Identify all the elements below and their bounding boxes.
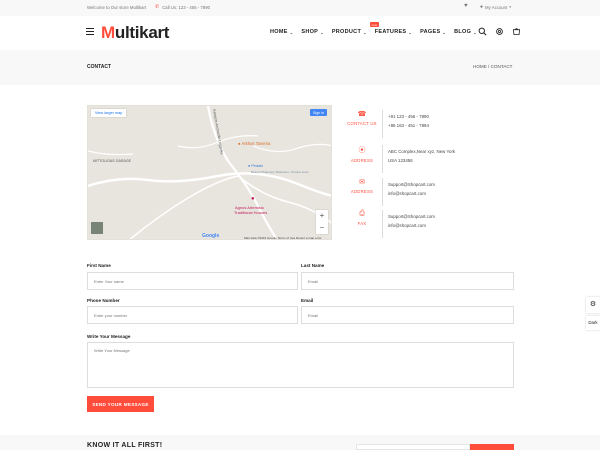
nav-blog-label: BLOG	[454, 29, 472, 35]
nav-home[interactable]: HOME ⌄	[270, 29, 293, 35]
last-name-field[interactable]	[301, 272, 514, 290]
phone-icon: ✆	[155, 4, 160, 10]
fax-line-1: Support@Shopcart.com	[388, 214, 435, 219]
email-address-label: ADDRESS	[350, 189, 374, 194]
nav-shop-label: SHOP	[301, 29, 319, 35]
email-field[interactable]	[301, 306, 514, 324]
map-poi-pedaki[interactable]: ● Pedaki	[248, 164, 263, 168]
welcome-text: Welcome to Our store Multikart	[87, 5, 147, 10]
phone-text: Call Us: 123 - 456 - 7890	[162, 4, 210, 10]
dark-mode-toggle[interactable]: Dark	[586, 316, 600, 330]
breadcrumb-trail[interactable]: HOME / CONTACT	[473, 64, 512, 69]
cart-icon[interactable]	[512, 27, 521, 36]
nav-pages[interactable]: PAGES ⌄	[420, 29, 446, 35]
chevron-down-icon: ⌄	[473, 29, 477, 35]
contact-row-email: ✉ ADDRESS Support@Shopcart.com info@shop…	[345, 178, 515, 206]
map-label-garage: MITTOLIGAS GARAGE	[93, 159, 132, 163]
my-account-label: My Account	[485, 4, 508, 10]
map-zoom-controls: + −	[316, 210, 328, 234]
first-name-label: First Name	[87, 263, 111, 268]
phone-icon: ☎	[357, 111, 367, 118]
nav-home-label: HOME	[270, 29, 288, 35]
email-label: Email	[301, 298, 314, 303]
chevron-down-icon: ▾	[509, 5, 512, 9]
phone-info: ✆ Call Us: 123 - 456 - 7890	[155, 4, 210, 10]
page-title: CONTACT	[87, 64, 112, 70]
phone-number-field[interactable]	[87, 306, 298, 324]
logo-text: ultikart	[114, 23, 170, 42]
search-icon[interactable]	[478, 27, 487, 36]
first-name-field[interactable]	[87, 272, 298, 290]
newsletter-email-input[interactable]	[356, 444, 470, 450]
contact-phone-2: +86 163 - 451 - 7894	[388, 123, 429, 128]
address-line-1: ABC Complex,Near xyz, New York	[388, 149, 456, 154]
nav-shop[interactable]: SHOP ⌄	[301, 29, 323, 35]
contact-row-address: ⦿ ADDRESS ABC Complex,Near xyz, New York…	[345, 145, 515, 173]
my-account-link[interactable]: ● My Account ▾	[480, 4, 511, 10]
phone-number-label: Phone Number	[87, 298, 120, 303]
address-label: ADDRESS	[350, 158, 374, 163]
view-larger-map-link[interactable]: View larger map	[91, 109, 127, 117]
location-pin-icon: ⦿	[358, 147, 366, 154]
contact-phone-1: +91 123 - 456 - 7890	[388, 114, 429, 119]
google-map[interactable]: View larger map Sign in MITTOLIGAS GARAG…	[87, 105, 332, 240]
map-poi-taverna-label: Arkhos Taverna	[241, 141, 271, 146]
menu-hamburger-icon[interactable]	[86, 28, 94, 36]
map-poi-taverna[interactable]: ● Arkhos Taverna	[238, 141, 271, 146]
logo-initial: M	[101, 23, 115, 42]
nav-product-label: PRODUCT	[331, 29, 362, 35]
nav-features[interactable]: FEATURES ⌄	[375, 29, 412, 35]
chevron-down-icon: ⌄	[442, 29, 447, 35]
contact-us-label: CONTACT US	[347, 121, 377, 126]
contact-row-fax: ⎙ FAX Support@Shopcart.com info@shopcart…	[345, 210, 515, 238]
chevron-down-icon: ⌄	[289, 29, 294, 35]
send-message-button[interactable]: SEND YOUR MESSAGE	[87, 396, 154, 412]
zoom-in-button[interactable]: +	[316, 210, 328, 222]
last-name-label: Last Name	[301, 263, 325, 268]
map-poi-agnos-sub: Traditional Houses	[234, 210, 268, 215]
contact-row-phone: ☎ CONTACT US +91 123 - 456 - 7890 +86 16…	[345, 110, 515, 138]
nav-product[interactable]: PRODUCT ⌄	[332, 29, 367, 35]
google-logo: Google	[202, 233, 220, 239]
top-bar: Welcome to Our store Multikart ✆ Call Us…	[0, 0, 600, 16]
chevron-down-icon: ⌄	[320, 29, 324, 35]
breadcrumb: CONTACT HOME / CONTACT	[0, 50, 600, 85]
main-nav: HOME ⌄ SHOP ⌄ PRODUCT ⌄ FEATURES ⌄ PAGES ⌄ BL…	[270, 22, 485, 35]
nav-features-label: FEATURES	[374, 29, 407, 35]
map-pin-icon[interactable]: ●	[251, 196, 255, 202]
map-poi-pedaki-sub: Beauty Pharmacy Sistersein • Protein sto…	[251, 170, 309, 174]
nav-blog[interactable]: BLOG ⌄	[454, 29, 477, 35]
zoom-out-button[interactable]: −	[316, 222, 328, 234]
chevron-down-icon: ⌄	[363, 29, 367, 35]
nav-pages-label: PAGES	[420, 29, 441, 35]
map-sign-in-button[interactable]: Sign in	[310, 109, 327, 116]
address-line-2: USA 123456	[388, 158, 413, 163]
wishlist-heart-icon[interactable]: ♥	[464, 3, 468, 9]
user-icon: ●	[480, 4, 484, 10]
fax-label: FAX	[357, 221, 367, 226]
newsletter-title: KNOW IT ALL FIRST!	[87, 442, 163, 449]
message-field[interactable]	[87, 342, 514, 388]
newsletter-subscribe-button[interactable]	[470, 444, 514, 450]
map-poi-pedaki-label: Pedaki	[251, 164, 263, 168]
chevron-down-icon: ⌄	[408, 29, 413, 35]
message-label: Write Your Message	[87, 334, 131, 339]
fax-line-2: info@shopcart.com	[388, 223, 426, 228]
settings-gear-icon[interactable]: ⚙	[586, 297, 600, 313]
map-attribution: Map data ©2019 Google Terms of Use Repor…	[244, 236, 322, 240]
envelope-icon: ✉	[359, 179, 365, 186]
fax-icon: ⎙	[359, 210, 365, 217]
site-logo[interactable]: Multikart	[101, 23, 169, 43]
gear-icon[interactable]	[495, 27, 504, 36]
new-badge: new	[370, 22, 379, 27]
email-line-2: info@shopcart.com	[388, 191, 426, 196]
newsletter-section: KNOW IT ALL FIRST!	[0, 435, 600, 450]
email-line-1: Support@Shopcart.com	[388, 182, 435, 187]
header-icons	[478, 27, 521, 36]
